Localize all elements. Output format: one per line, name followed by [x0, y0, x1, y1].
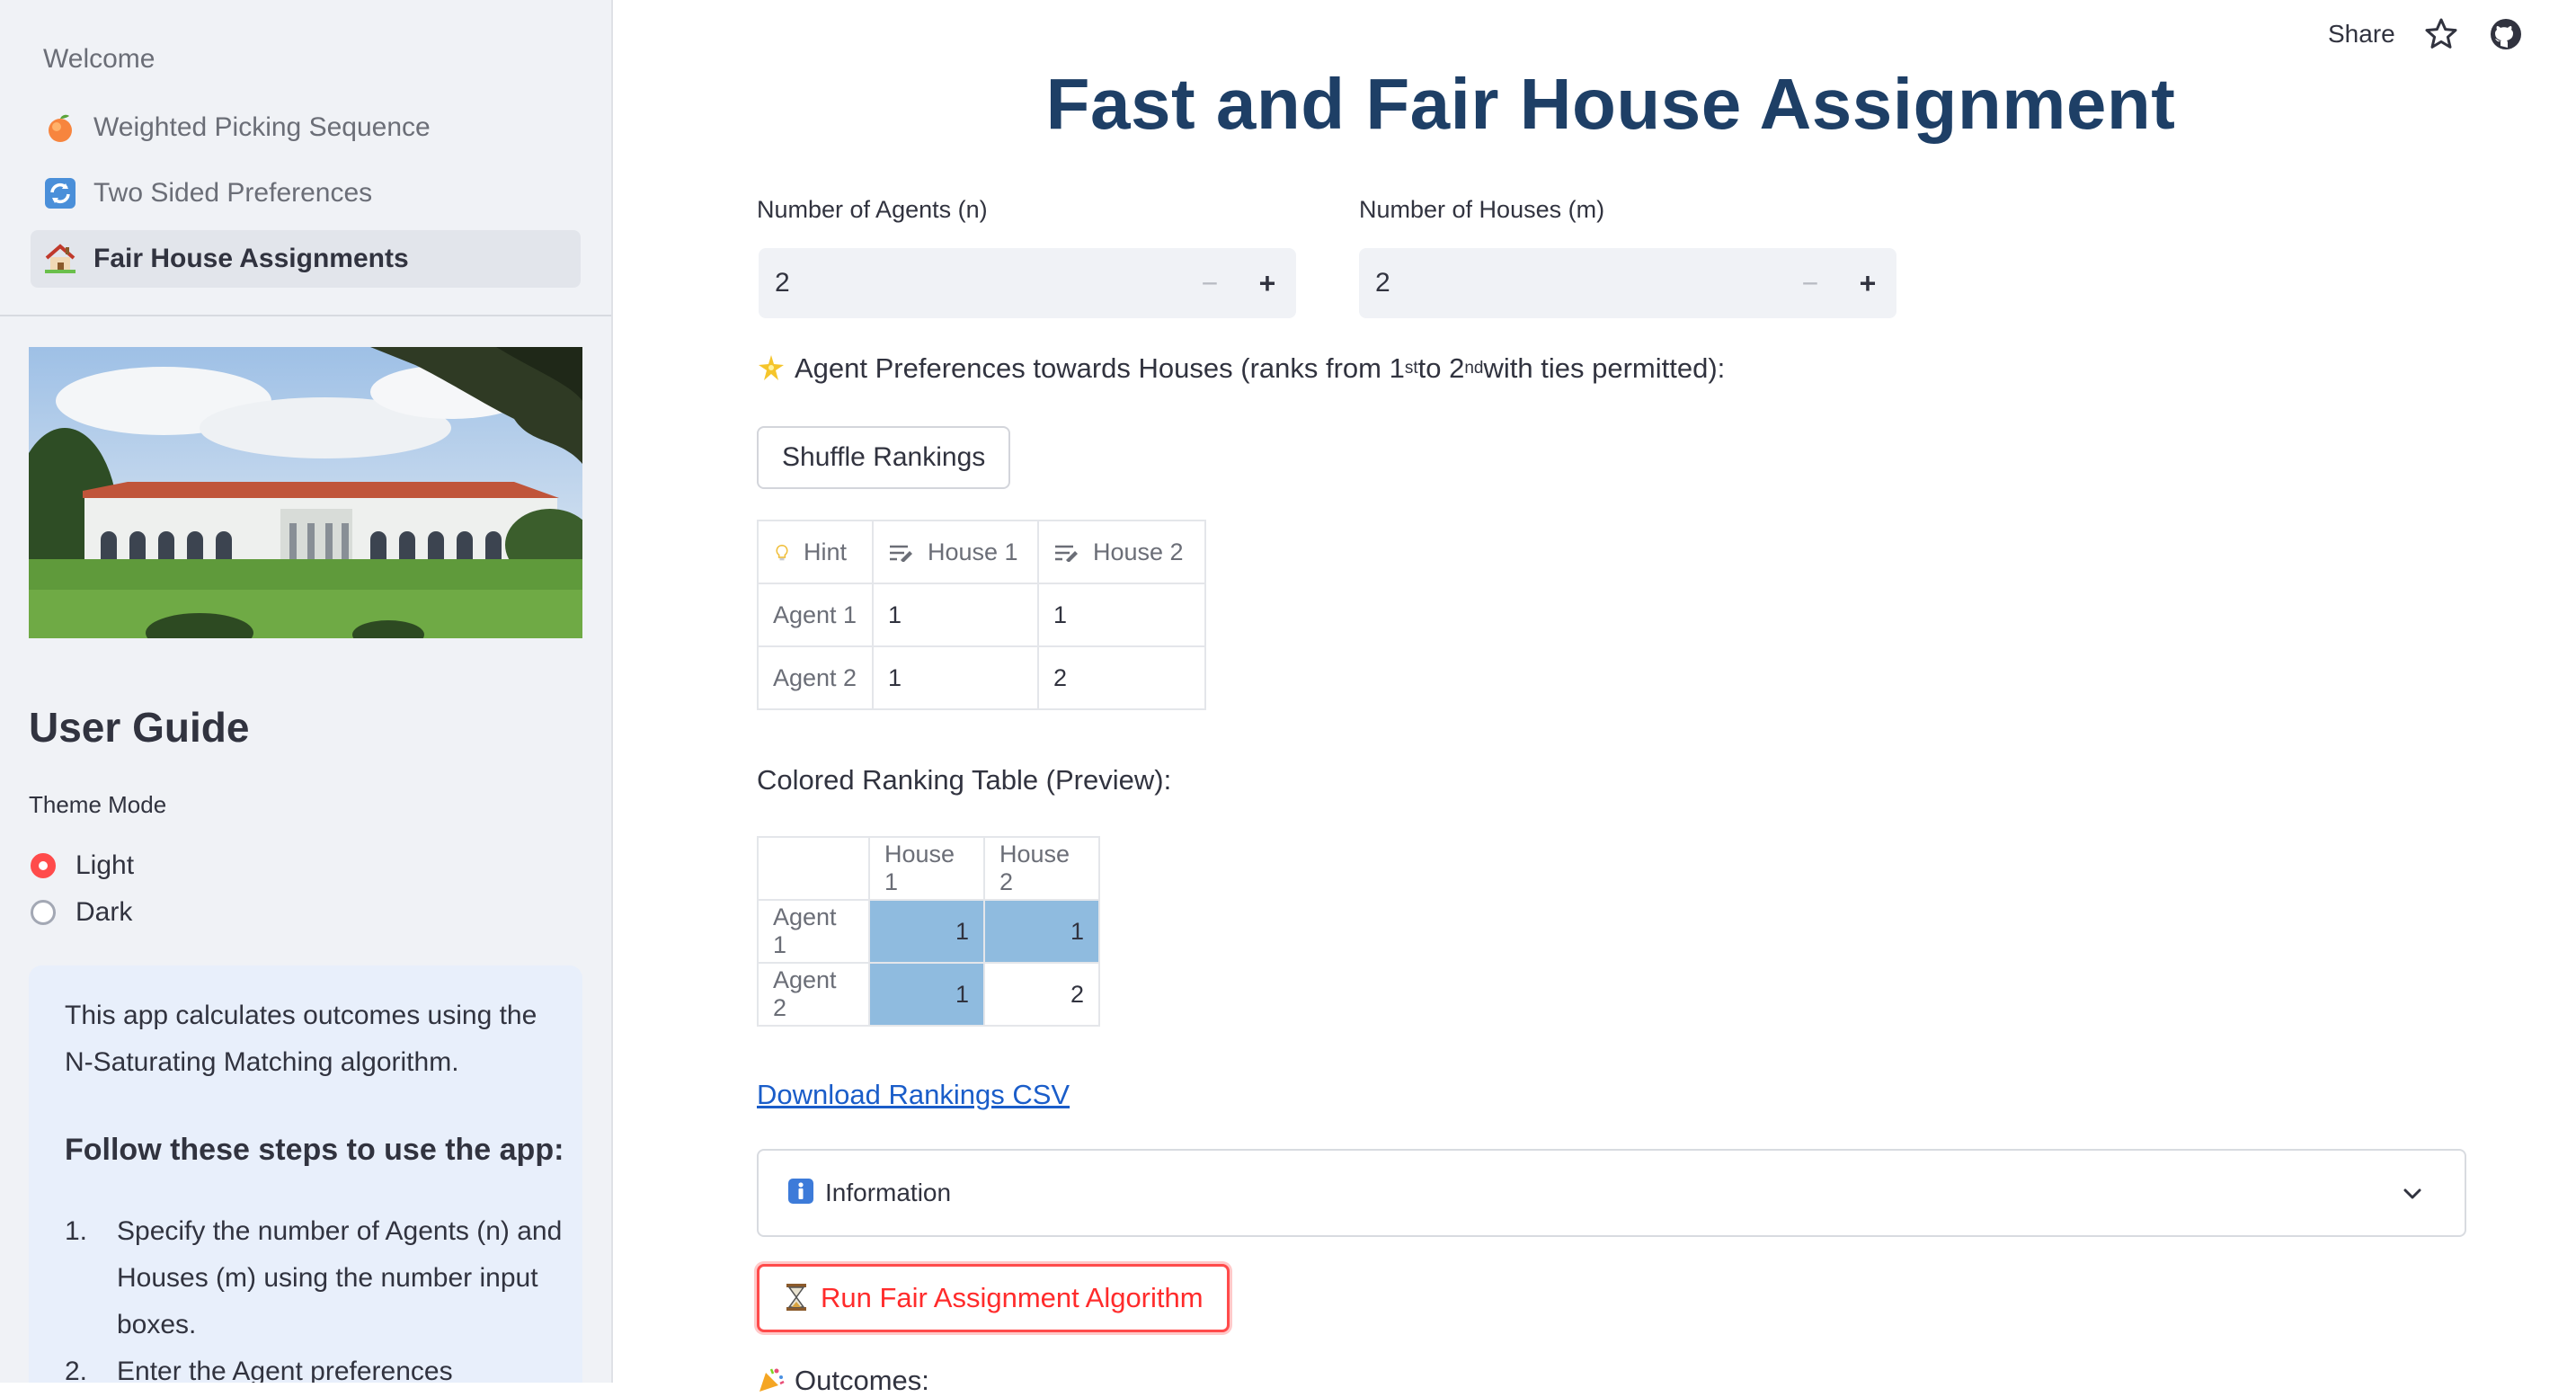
editable-cell[interactable]: 1 [1037, 583, 1206, 647]
step-number: 2. [65, 1357, 88, 1383]
ranking-cell: 1 [868, 962, 985, 1027]
run-algorithm-button[interactable]: Run Fair Assignment Algorithm [757, 1264, 1230, 1332]
theme-radio-dark[interactable]: Dark [31, 897, 132, 928]
table-row: Agent 2 1 2 [757, 645, 1206, 710]
pref-text-c: with ties permitted): [1483, 352, 1726, 384]
houses-increment-button[interactable]: + [1839, 248, 1896, 318]
radio-label: Light [76, 850, 135, 880]
sidebar-nav: Welcome Weighted Picking Sequence Two Si… [31, 34, 581, 296]
hourglass-icon [783, 1283, 813, 1313]
row-header: Agent 1 [757, 899, 870, 964]
github-icon[interactable] [2488, 16, 2524, 52]
preferences-heading: Agent Preferences towards Houses (ranks … [757, 352, 1725, 385]
agents-increment-button[interactable]: + [1239, 248, 1296, 318]
user-guide-heading: User Guide [29, 704, 250, 751]
table-header-cell: House 2 [983, 836, 1100, 901]
editable-cell[interactable]: 1 [872, 583, 1039, 647]
houses-value[interactable]: 2 [1359, 268, 1781, 298]
guide-intro: This app calculates outcomes using the N… [65, 1001, 537, 1077]
lightbulb-icon [776, 545, 788, 561]
houses-label: Number of Houses (m) [1359, 196, 1605, 223]
row-header: Agent 2 [757, 962, 870, 1027]
table-header-cell[interactable]: House 2 [1037, 520, 1206, 584]
houses-number-input[interactable]: 2 − + [1359, 248, 1896, 318]
information-expander[interactable]: Information [757, 1149, 2466, 1237]
nav-item-two-sided[interactable]: Two Sided Preferences [31, 165, 581, 222]
nav-item-fair-house[interactable]: Fair House Assignments [31, 230, 581, 288]
user-guide-box: This app calculates outcomes using the N… [29, 965, 582, 1383]
table-header-row: House 1 House 2 [757, 836, 1100, 901]
theme-radio-light[interactable]: Light [31, 850, 134, 881]
header-label: House 1 [928, 538, 1018, 565]
table-header-cell[interactable]: House 1 [872, 520, 1039, 584]
agents-value[interactable]: 2 [759, 268, 1181, 298]
nav-label: Welcome [43, 44, 155, 74]
star-icon[interactable] [2423, 16, 2459, 52]
chevron-down-icon[interactable] [2400, 1181, 2425, 1206]
party-popper-icon [757, 1366, 787, 1396]
table-header-cell: Hint [757, 520, 874, 584]
outcomes-label: Outcomes: [795, 1365, 929, 1396]
table-header-row: Hint House 1 House 2 [757, 520, 1206, 584]
run-button-label: Run Fair Assignment Algorithm [821, 1282, 1204, 1313]
shuffle-rankings-button[interactable]: Shuffle Rankings [757, 426, 1011, 489]
row-header: Agent 1 [757, 583, 874, 647]
house-icon [43, 242, 77, 276]
nav-label: Fair House Assignments [93, 244, 409, 273]
header-label: House 2 [1093, 538, 1184, 565]
editable-cell[interactable]: 2 [1037, 645, 1206, 710]
radio-label: Dark [76, 897, 133, 927]
guide-step: 1. Specify the number of Agents (n) and H… [65, 1208, 566, 1348]
sparkle-star-icon [757, 353, 787, 384]
edit-column-icon [890, 546, 912, 563]
step-text: Enter the Agent preferences [117, 1357, 453, 1383]
outcomes-heading: Outcomes: [757, 1365, 929, 1397]
agents-number-input[interactable]: 2 − + [759, 248, 1296, 318]
info-icon [787, 1178, 818, 1208]
sidebar: Welcome Weighted Picking Sequence Two Si… [0, 0, 613, 1383]
step-number: 1. [65, 1216, 88, 1246]
radio-unselected-icon[interactable] [31, 900, 56, 925]
guide-step: 2. Enter the Agent preferences [65, 1348, 566, 1383]
pref-sup-b: nd [1464, 359, 1484, 378]
editable-cell[interactable]: 1 [872, 645, 1039, 710]
sidebar-divider [0, 315, 611, 316]
table-header-cell: House 1 [868, 836, 985, 901]
pref-text-b: to 2 [1417, 352, 1465, 384]
preview-label: Colored Ranking Table (Preview): [757, 764, 1172, 796]
rankings-editor-table: Hint House 1 House 2 Agent 1 1 1 Agent 2… [757, 520, 1206, 710]
ranking-cell: 1 [983, 899, 1100, 964]
campus-building-photo [29, 347, 582, 638]
nav-item-weighted-picking[interactable]: Weighted Picking Sequence [31, 99, 581, 156]
edit-column-icon [1055, 546, 1078, 563]
nav-label: Two Sided Preferences [93, 178, 373, 208]
theme-mode-label: Theme Mode [29, 791, 167, 818]
download-rankings-link[interactable]: Download Rankings CSV [757, 1079, 1070, 1111]
ranking-cell: 1 [868, 899, 985, 964]
houses-decrement-button[interactable]: − [1781, 248, 1839, 318]
pref-text-a: Agent Preferences towards Houses (ranks … [795, 352, 1405, 384]
ranking-cell: 2 [983, 962, 1100, 1027]
guide-steps-heading: Follow these steps to use the app: [65, 1133, 564, 1167]
table-row: Agent 1 1 1 [757, 899, 1100, 964]
header-label: Hint [804, 538, 848, 565]
page-title: Fast and Fair House Assignment [1045, 64, 2176, 144]
row-header: Agent 2 [757, 645, 874, 710]
pref-sup-a: st [1404, 359, 1418, 378]
expander-label: Information [825, 1179, 952, 1206]
agents-decrement-button[interactable]: − [1181, 248, 1239, 318]
table-header-cell [757, 836, 870, 901]
colored-ranking-table: House 1 House 2 Agent 1 1 1 Agent 2 1 2 [757, 836, 1100, 1027]
share-button[interactable]: Share [2328, 20, 2395, 49]
radio-selected-icon[interactable] [31, 853, 56, 878]
peach-icon [43, 111, 77, 145]
nav-label: Weighted Picking Sequence [93, 112, 431, 142]
nav-item-welcome[interactable]: Welcome [31, 34, 581, 85]
step-text: Specify the number of Agents (n) and Hou… [117, 1216, 563, 1339]
refresh-icon [43, 176, 77, 210]
table-row: Agent 2 1 2 [757, 962, 1100, 1027]
agents-label: Number of Agents (n) [757, 196, 988, 223]
table-row: Agent 1 1 1 [757, 583, 1206, 647]
